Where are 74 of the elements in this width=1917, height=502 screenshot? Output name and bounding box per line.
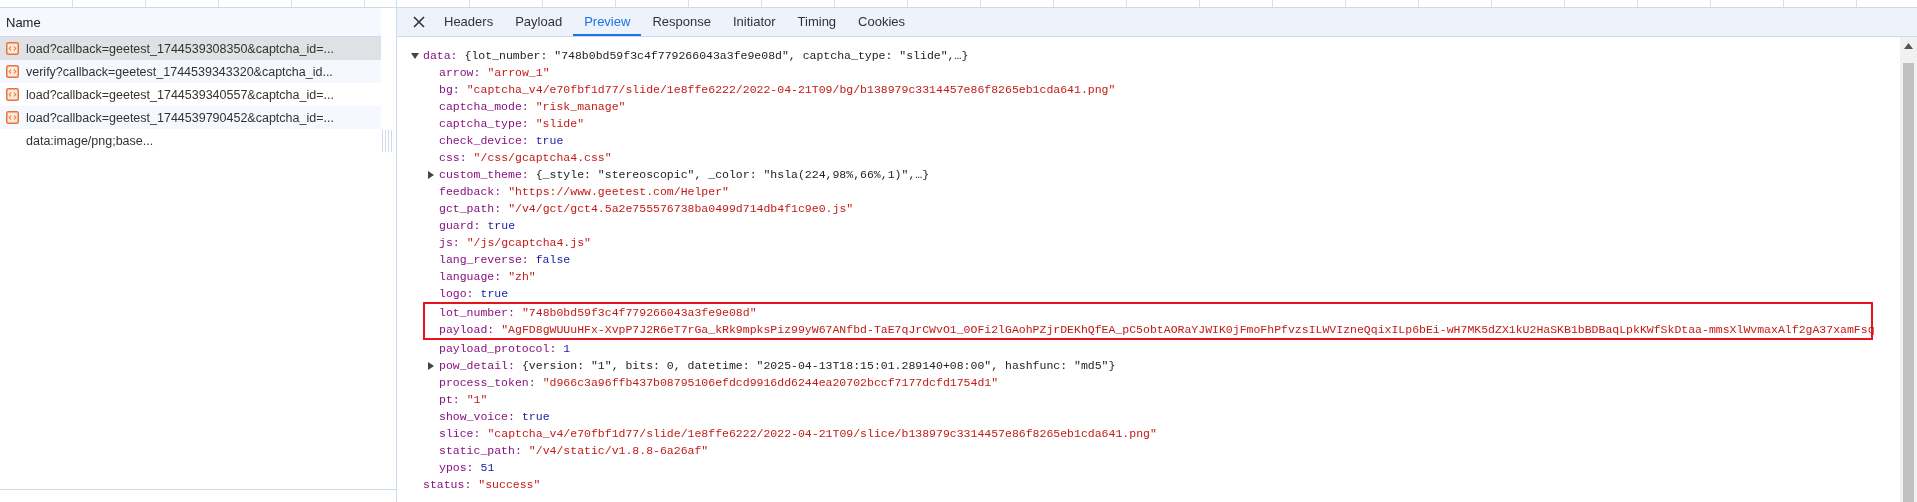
- property-key: feedback:: [439, 185, 502, 198]
- property-key: static_path:: [439, 444, 522, 457]
- property-key: show_voice:: [439, 410, 515, 423]
- close-icon: [413, 16, 425, 28]
- property-value: true: [487, 219, 516, 232]
- property-key: captcha_mode:: [439, 100, 529, 113]
- property-value: true: [535, 134, 564, 147]
- property-key: slice:: [439, 427, 481, 440]
- property-value: "captcha_v4/e70fbf1d77/slide/1e8ffe6222/2022-04-21T09/slice/b138979c3314457e86f8265eb1cda641.png": [487, 427, 1157, 440]
- property-key: logo:: [439, 287, 474, 300]
- code-file-icon: [6, 42, 19, 55]
- expand-triangle-icon[interactable]: [427, 361, 435, 370]
- property-key: check_device:: [439, 134, 529, 147]
- property-key: process_token:: [439, 376, 536, 389]
- property-key: pt:: [439, 393, 460, 406]
- property-value: "1": [466, 393, 488, 406]
- detail-tab[interactable]: Initiator: [721, 8, 787, 36]
- property-value: false: [535, 253, 571, 266]
- scroll-up-arrow-icon[interactable]: [1904, 43, 1913, 49]
- property-key: gct_path:: [439, 202, 502, 215]
- detail-tab[interactable]: Payload: [504, 8, 574, 36]
- code-file-icon: [6, 65, 19, 78]
- property-value: "/js/gcaptcha4.js": [466, 236, 591, 249]
- property-value: "zh": [508, 270, 536, 283]
- property-value: "risk_manage": [535, 100, 626, 113]
- expand-triangle-icon[interactable]: [427, 170, 435, 179]
- property-key: guard:: [439, 219, 481, 232]
- property-value: "748b0bd59f3c4f779266043a3fe9e08d": [521, 306, 757, 319]
- property-key: bg:: [439, 83, 460, 96]
- property-value: 1: [563, 342, 571, 355]
- property-value: true: [480, 287, 509, 300]
- property-value: "/css/gcaptcha4.css": [473, 151, 612, 164]
- property-key: js:: [439, 236, 460, 249]
- property-value: "d966c3a96ffb437b08795106efdcd9916dd6244ea20702bccf7177dcfd1754d1": [542, 376, 999, 389]
- property-key: data:: [423, 49, 458, 62]
- property-key: status:: [423, 478, 472, 491]
- property-value: "/v4/gct/gct4.5a2e755576738ba0499d714db4f1c9e0.js": [508, 202, 854, 215]
- detail-tab[interactable]: Headers: [433, 8, 505, 36]
- detail-tab[interactable]: Cookies: [847, 8, 917, 36]
- property-value: "captcha_v4/e70fbf1d77/slide/1e8ffe6222/2022-04-21T09/bg/b138979c3314457e86f8265eb1cda641.png": [466, 83, 1116, 96]
- property-value: "slide": [535, 117, 585, 130]
- property-value: true: [521, 410, 550, 423]
- property-key: lang_reverse:: [439, 253, 529, 266]
- detail-tab[interactable]: Response: [641, 8, 722, 36]
- property-key: captcha_type:: [439, 117, 529, 130]
- property-key: ypos:: [439, 461, 474, 474]
- property-key: custom_theme:: [439, 168, 529, 181]
- scrollbar[interactable]: [1900, 37, 1917, 502]
- property-key: lot_number:: [439, 306, 515, 319]
- code-file-icon: [6, 88, 19, 101]
- column-header[interactable]: Name: [6, 14, 41, 30]
- property-key: pow_detail:: [439, 359, 515, 372]
- request-row[interactable]: load?callback=geetest_1744539308350&captcha_id=...: [0, 37, 381, 60]
- property-key: css:: [439, 151, 467, 164]
- request-row[interactable]: verify?callback=geetest_1744539343320&captcha_id...: [0, 60, 381, 83]
- detail-tab[interactable]: Preview: [573, 8, 642, 36]
- property-value: {lot_number: "748b0bd59f3c4f779266043a3fe9e08d", captcha_type: "slide",…}: [464, 49, 969, 62]
- code-file-icon: [6, 111, 19, 124]
- property-value: {version: "1", bits: 0, datetime: "2025-04-13T18:15:01.289140+08:00", hashfunc: "md5"}: [521, 359, 1116, 372]
- property-value: "https://www.geetest.com/Helper": [508, 185, 729, 198]
- request-row[interactable]: data:image/png;base...: [0, 129, 381, 152]
- property-key: language:: [439, 270, 502, 283]
- collapse-triangle-icon[interactable]: [411, 51, 419, 60]
- request-row[interactable]: load?callback=geetest_1744539340557&captcha_id=...: [0, 83, 381, 106]
- property-value: "arrow_1": [487, 66, 550, 79]
- property-key: payload_protocol:: [439, 342, 557, 355]
- detail-tab[interactable]: Timing: [786, 8, 848, 36]
- property-value: "success": [478, 478, 541, 491]
- property-key: payload:: [439, 323, 495, 336]
- property-value: {_style: "stereoscopic", _color: "hsla(224,98%,66%,1)",…}: [535, 168, 930, 181]
- request-row[interactable]: load?callback=geetest_1744539790452&captcha_id=...: [0, 106, 381, 129]
- property-value: 51: [480, 461, 495, 474]
- property-value: "/v4/static/v1.8.8-6a26af": [528, 444, 709, 457]
- property-key: arrow:: [439, 66, 481, 79]
